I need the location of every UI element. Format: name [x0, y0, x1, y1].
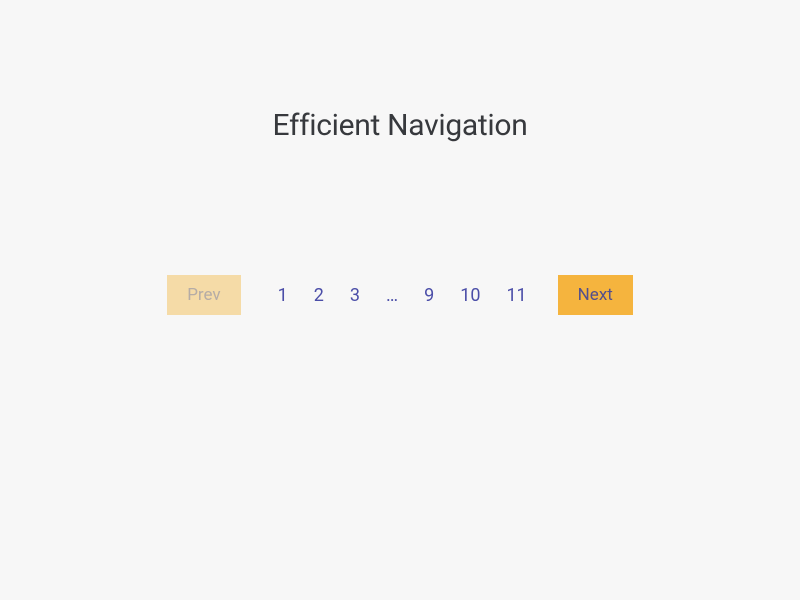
page-number[interactable]: 2 — [301, 285, 337, 306]
page-number[interactable]: 3 — [337, 285, 373, 306]
prev-button[interactable]: Prev — [167, 275, 240, 315]
ellipsis: … — [373, 285, 411, 306]
page-number[interactable]: 11 — [493, 285, 539, 306]
pagination: Prev 1 2 3 … 9 10 11 Next — [167, 275, 633, 315]
next-button[interactable]: Next — [558, 275, 633, 315]
page-number[interactable]: 9 — [411, 285, 447, 306]
main-container: Efficient Navigation Prev 1 2 3 … 9 10 1… — [0, 0, 800, 315]
page-number[interactable]: 1 — [265, 285, 301, 306]
page-number[interactable]: 10 — [447, 285, 493, 306]
page-list: 1 2 3 … 9 10 11 — [265, 285, 540, 306]
page-title: Efficient Navigation — [273, 108, 528, 143]
